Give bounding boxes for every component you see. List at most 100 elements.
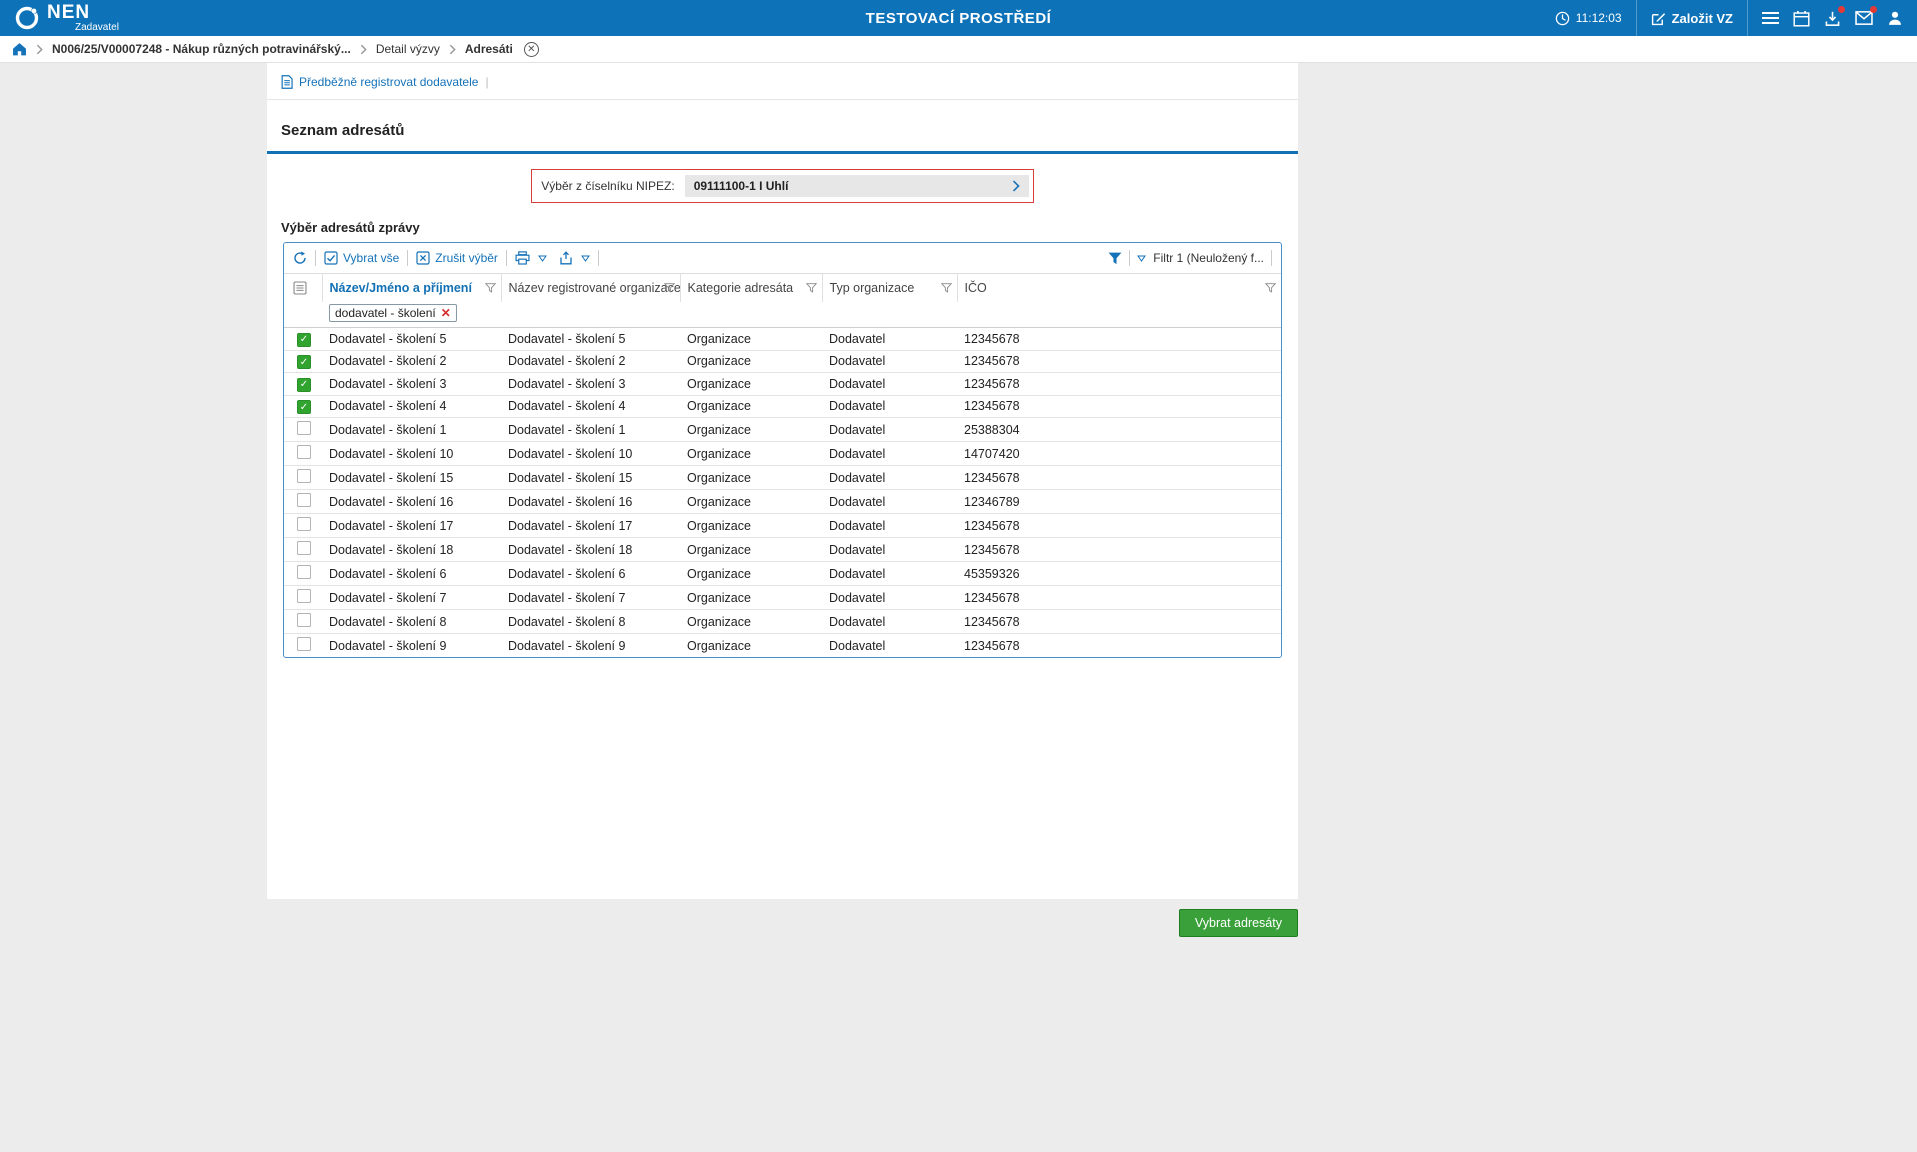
table-row[interactable]: Dodavatel - školení 9Dodavatel - školení…	[284, 634, 1281, 658]
cell-category: Organizace	[680, 395, 822, 418]
column-header-name[interactable]: Název/Jméno a příjmení	[322, 274, 501, 303]
cell-category: Organizace	[680, 373, 822, 396]
row-checkbox[interactable]	[297, 565, 311, 579]
home-icon[interactable]	[12, 42, 27, 56]
cell-ico: 12345678	[957, 514, 1281, 538]
cell-type: Dodavatel	[822, 418, 957, 442]
checkbox-x-icon	[416, 251, 430, 265]
cell-type: Dodavatel	[822, 586, 957, 610]
toolbar-separator	[407, 250, 408, 266]
row-checkbox-checked[interactable]	[297, 355, 311, 369]
create-vz-button[interactable]: Založit VZ	[1651, 11, 1733, 26]
table-row[interactable]: Dodavatel - školení 15Dodavatel - školen…	[284, 466, 1281, 490]
nen-logo[interactable]: NEN Zadavatel	[14, 3, 119, 33]
cell-type: Dodavatel	[822, 538, 957, 562]
row-checkbox-cell	[284, 466, 322, 490]
refresh-button[interactable]	[293, 251, 307, 265]
row-checkbox-checked[interactable]	[297, 378, 311, 392]
row-checkbox[interactable]	[297, 469, 311, 483]
column-header-category[interactable]: Kategorie adresáta	[680, 274, 822, 303]
cell-name: Dodavatel - školení 9	[322, 634, 501, 658]
download-notification-badge	[1838, 6, 1845, 13]
chevron-right-icon[interactable]	[1012, 180, 1020, 192]
filter-status-label[interactable]: Filtr 1 (Neuložený f...	[1153, 251, 1264, 265]
row-checkbox[interactable]	[297, 517, 311, 531]
table-row[interactable]: Dodavatel - školení 4Dodavatel - školení…	[284, 395, 1281, 418]
row-checkbox[interactable]	[297, 421, 311, 435]
select-column-header[interactable]	[284, 274, 322, 303]
row-checkbox[interactable]	[297, 493, 311, 507]
register-supplier-link[interactable]: Předběžně registrovat dodavatele	[281, 75, 478, 89]
cell-org: Dodavatel - školení 10	[501, 442, 680, 466]
row-checkbox-cell	[284, 328, 322, 351]
column-filter-icon[interactable]	[1265, 283, 1276, 293]
table-row[interactable]: Dodavatel - školení 5Dodavatel - školení…	[284, 328, 1281, 351]
column-filter-icon[interactable]	[485, 283, 496, 293]
row-checkbox[interactable]	[297, 541, 311, 555]
row-checkbox[interactable]	[297, 589, 311, 603]
table-row[interactable]: Dodavatel - školení 7Dodavatel - školení…	[284, 586, 1281, 610]
select-all-button[interactable]: Vybrat vše	[324, 251, 399, 265]
row-checkbox-checked[interactable]	[297, 333, 311, 347]
print-button[interactable]	[515, 251, 530, 265]
topbar: NEN Zadavatel TESTOVACÍ PROSTŘEDÍ 11:12:…	[0, 0, 1917, 36]
table-row[interactable]: Dodavatel - školení 10Dodavatel - školen…	[284, 442, 1281, 466]
cell-org: Dodavatel - školení 1	[501, 418, 680, 442]
cell-org: Dodavatel - školení 9	[501, 634, 680, 658]
select-recipients-button[interactable]: Vybrat adresáty	[1179, 909, 1298, 937]
column-filter-icon[interactable]	[806, 283, 817, 293]
clear-selection-button[interactable]: Zrušit výběr	[416, 251, 498, 265]
cell-ico: 12346789	[957, 490, 1281, 514]
cell-type: Dodavatel	[822, 373, 957, 396]
table-row[interactable]: Dodavatel - školení 18Dodavatel - školen…	[284, 538, 1281, 562]
cell-org: Dodavatel - školení 17	[501, 514, 680, 538]
filter-cell-empty	[284, 302, 322, 328]
column-header-ico[interactable]: IČO	[957, 274, 1281, 303]
table-row[interactable]: Dodavatel - školení 1Dodavatel - školení…	[284, 418, 1281, 442]
row-checkbox[interactable]	[297, 637, 311, 651]
filter-dropdown-icon[interactable]	[1137, 255, 1146, 262]
cell-org: Dodavatel - školení 2	[501, 350, 680, 373]
mail-icon[interactable]	[1855, 10, 1873, 26]
menu-icon[interactable]	[1762, 12, 1779, 24]
filter-cell-name[interactable]: dodavatel - školení ✕	[322, 302, 501, 328]
row-checkbox[interactable]	[297, 445, 311, 459]
user-icon[interactable]	[1887, 10, 1903, 26]
print-dropdown-icon[interactable]	[538, 255, 547, 262]
column-filter-icon[interactable]	[664, 283, 675, 293]
table-row[interactable]: Dodavatel - školení 2Dodavatel - školení…	[284, 350, 1281, 373]
export-dropdown-icon[interactable]	[581, 255, 590, 262]
remove-filter-icon[interactable]: ✕	[441, 307, 451, 319]
cell-name: Dodavatel - školení 3	[322, 373, 501, 396]
table-row[interactable]: Dodavatel - školení 17Dodavatel - školen…	[284, 514, 1281, 538]
cell-type: Dodavatel	[822, 490, 957, 514]
table-row[interactable]: Dodavatel - školení 3Dodavatel - školení…	[284, 373, 1281, 396]
close-tab-icon[interactable]: ✕	[524, 42, 539, 57]
nipez-value-field[interactable]: 09111100-1 I Uhlí	[685, 175, 1029, 197]
cell-type: Dodavatel	[822, 442, 957, 466]
cell-type: Dodavatel	[822, 634, 957, 658]
breadcrumb-item-detail[interactable]: Detail výzvy	[376, 42, 440, 56]
cell-category: Organizace	[680, 514, 822, 538]
nen-logo-icon	[14, 5, 40, 31]
table-row[interactable]: Dodavatel - školení 16Dodavatel - školen…	[284, 490, 1281, 514]
toolbar-separator	[506, 250, 507, 266]
download-icon[interactable]	[1824, 10, 1841, 27]
column-header-type[interactable]: Typ organizace	[822, 274, 957, 303]
row-checkbox-checked[interactable]	[297, 400, 311, 414]
calendar-icon[interactable]	[1793, 10, 1810, 27]
breadcrumb-item-procedure[interactable]: N006/25/V00007248 - Nákup různých potrav…	[52, 42, 351, 56]
table-row[interactable]: Dodavatel - školení 6Dodavatel - školení…	[284, 562, 1281, 586]
cell-ico: 12345678	[957, 634, 1281, 658]
row-checkbox-cell	[284, 395, 322, 418]
column-filter-icon[interactable]	[941, 283, 952, 293]
filter-icon[interactable]	[1108, 252, 1122, 265]
cell-type: Dodavatel	[822, 466, 957, 490]
row-checkbox-cell	[284, 634, 322, 658]
table-row[interactable]: Dodavatel - školení 8Dodavatel - školení…	[284, 610, 1281, 634]
cell-name: Dodavatel - školení 10	[322, 442, 501, 466]
export-button[interactable]	[559, 251, 573, 265]
column-header-org[interactable]: Název registrované organizace	[501, 274, 680, 303]
cell-name: Dodavatel - školení 8	[322, 610, 501, 634]
row-checkbox[interactable]	[297, 613, 311, 627]
